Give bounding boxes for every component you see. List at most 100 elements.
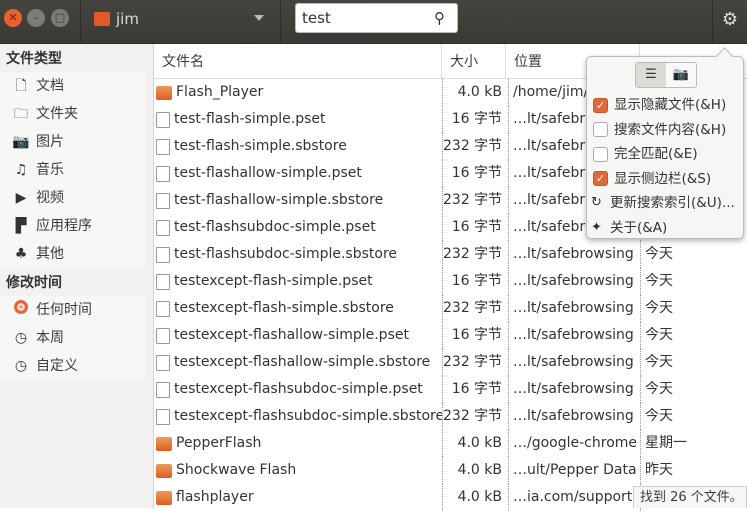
option-checkbox[interactable]: ✓ 显示隐藏文件(&H)	[593, 93, 726, 117]
cell-name: test-flashsubdoc-simple.pset	[156, 214, 442, 241]
file-icon	[156, 246, 170, 263]
application-icon: ▛	[15, 218, 27, 234]
divider	[280, 0, 281, 44]
maximize-button[interactable]: □	[51, 9, 69, 27]
table-row[interactable]: testexcept-flashsubdoc-simple.pset 16 字节…	[154, 376, 747, 403]
list-icon[interactable]: ☰	[636, 63, 666, 87]
cell-size: 232 字节	[442, 403, 502, 430]
sidebar-item-filetype[interactable]: 📷 图片	[0, 128, 145, 156]
table-row[interactable]: Shockwave Flash 4.0 kB …ult/Pepper Data …	[154, 457, 747, 484]
option-action[interactable]: ✦ 关于(&A)	[589, 216, 667, 240]
close-button[interactable]: ✕	[4, 9, 22, 27]
cell-name: test-flashallow-simple.pset	[156, 160, 442, 187]
checkbox-icon[interactable]	[593, 146, 608, 162]
file-icon	[156, 408, 170, 425]
file-name: test-flashallow-simple.sbstore	[174, 192, 384, 208]
checkbox-icon[interactable]	[593, 122, 608, 137]
sidebar-item-label: 其他	[36, 246, 64, 262]
sidebar-item-label: 自定义	[36, 358, 78, 374]
option-checkbox[interactable]: 搜索文件内容(&H)	[593, 118, 726, 142]
search-box[interactable]: ⚲	[295, 3, 458, 33]
clock-icon: ◷	[14, 330, 28, 346]
cell-modified: 今天	[640, 241, 747, 268]
sidebar-item-filetype[interactable]: ▛ 应用程序	[0, 212, 145, 240]
modified-list: 任何时间 ◷ 本周 ◷ 自定义	[0, 296, 145, 380]
folder-selector[interactable]: jim	[86, 0, 276, 40]
table-row[interactable]: testexcept-flashallow-simple.sbstore 232…	[154, 349, 747, 376]
sidebar-item-modified[interactable]: ◷ 本周	[0, 324, 145, 352]
folder-icon	[156, 436, 172, 451]
cell-name: PepperFlash	[156, 430, 442, 457]
search-input[interactable]	[302, 9, 422, 27]
camera-icon[interactable]: 📷	[666, 63, 696, 87]
cell-size: 232 字节	[442, 187, 502, 214]
sidebar-item-filetype[interactable]: 🗋 文档	[0, 72, 145, 100]
cell-location: …/google-chrome	[508, 430, 640, 457]
table-row[interactable]: test-flashsubdoc-simple.sbstore 232 字节 ……	[154, 241, 747, 268]
gear-icon[interactable]: ⚙	[716, 6, 744, 34]
option-label: 搜索文件内容(&H)	[614, 121, 727, 138]
cell-modified: 昨天	[640, 457, 747, 484]
cell-modified: 今天	[640, 322, 747, 349]
cell-name: testexcept-flashsubdoc-simple.sbstore	[156, 403, 442, 430]
option-label: 显示侧边栏(&S)	[614, 170, 712, 187]
option-checkbox[interactable]: 完全匹配(&E)	[593, 142, 698, 166]
sidebar-item-label: 音乐	[36, 162, 64, 178]
sidebar-item-label: 应用程序	[36, 218, 92, 234]
cell-modified: 今天	[640, 295, 747, 322]
cell-location: …lt/safebrowsing	[508, 403, 640, 430]
option-action[interactable]: ↻ 更新搜索索引(&U)...	[589, 191, 735, 215]
sidebar: 文件类型 🗋 文档 🗀 文件夹 📷 图片 ♫ 音乐 ▶ 视频 ▛ 应用程序 ♣ 其他 修改时间 任何时间 ◷…	[0, 44, 154, 508]
search-icon[interactable]: ⚲	[434, 9, 445, 27]
home-folder-icon	[94, 12, 110, 26]
cell-name: testexcept-flash-simple.pset	[156, 268, 442, 295]
column-name[interactable]: 文件名	[154, 44, 442, 79]
cell-size: 16 字节	[442, 214, 502, 241]
music-icon: ♫	[14, 162, 28, 178]
file-icon	[156, 300, 170, 317]
sidebar-item-filetype[interactable]: ♫ 音乐	[0, 156, 145, 184]
clock-icon: ◷	[14, 358, 28, 374]
folder-label: jim	[116, 10, 139, 28]
file-name: test-flash-simple.pset	[174, 111, 326, 127]
table-row[interactable]: PepperFlash 4.0 kB …/google-chrome 星期一	[154, 430, 747, 457]
cell-modified: 今天	[640, 376, 747, 403]
cell-location: …lt/safebrowsing	[508, 322, 640, 349]
options-popover: ☰ 📷 ✓ 显示隐藏文件(&H) 搜索文件内容(&H) 完全匹配(&E) ✓ 显示侧边栏(…	[586, 56, 744, 239]
divider	[80, 0, 81, 44]
cell-location: …lt/safebrowsing	[508, 241, 640, 268]
cell-size: 16 字节	[442, 268, 502, 295]
cell-size: 4.0 kB	[442, 484, 502, 511]
status-text: 找到 26 个文件。	[633, 486, 747, 508]
option-checkbox[interactable]: ✓ 显示侧边栏(&S)	[593, 167, 711, 191]
cell-name: test-flashsubdoc-simple.sbstore	[156, 241, 442, 268]
cell-size: 232 字节	[442, 295, 502, 322]
sidebar-item-label: 文件夹	[36, 106, 78, 122]
cell-modified: 今天	[640, 349, 747, 376]
cell-name: Shockwave Flash	[156, 457, 442, 484]
cell-size: 16 字节	[442, 376, 502, 403]
sidebar-item-filetype[interactable]: ♣ 其他	[0, 240, 145, 268]
file-name: testexcept-flashsubdoc-simple.sbstore	[174, 408, 442, 424]
cell-size: 4.0 kB	[442, 79, 502, 106]
table-row[interactable]: testexcept-flashsubdoc-simple.sbstore 23…	[154, 403, 747, 430]
checkbox-icon[interactable]: ✓	[593, 97, 608, 113]
sidebar-item-modified[interactable]: 任何时间	[0, 296, 145, 324]
file-type-list: 🗋 文档 🗀 文件夹 📷 图片 ♫ 音乐 ▶ 视频 ▛ 应用程序 ♣ 其他	[0, 72, 145, 268]
checkbox-icon[interactable]: ✓	[593, 171, 608, 186]
cell-modified: 今天	[640, 403, 747, 430]
table-row[interactable]: testexcept-flash-simple.sbstore 232 字节 ……	[154, 295, 747, 322]
table-row[interactable]: testexcept-flash-simple.pset 16 字节 …lt/s…	[154, 268, 747, 295]
minimize-button[interactable]: –	[27, 9, 45, 27]
sidebar-item-modified[interactable]: ◷ 自定义	[0, 352, 145, 380]
sidebar-item-filetype[interactable]: 🗀 文件夹	[0, 100, 145, 128]
option-label: 关于(&A)	[610, 219, 668, 236]
cell-location: …ia.com/support	[508, 484, 640, 511]
cell-name: testexcept-flashallow-simple.sbstore	[156, 349, 442, 376]
column-size[interactable]: 大小	[442, 44, 506, 79]
sidebar-item-filetype[interactable]: ▶ 视频	[0, 184, 145, 212]
file-icon	[156, 354, 170, 371]
file-name: test-flashallow-simple.pset	[174, 165, 362, 181]
table-row[interactable]: testexcept-flashallow-simple.pset 16 字节 …	[154, 322, 747, 349]
file-icon	[156, 381, 170, 398]
